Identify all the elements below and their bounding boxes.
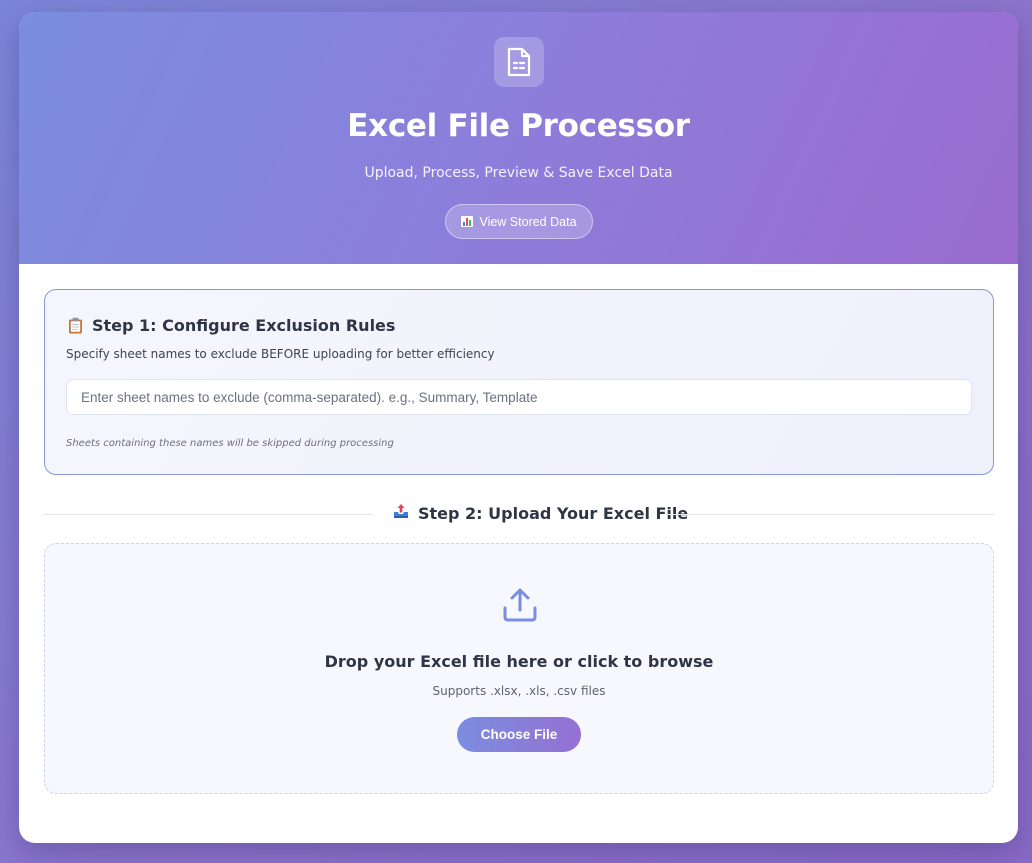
main-card: Excel File Processor Upload, Process, Pr… [19, 12, 1018, 843]
bar-chart-icon [461, 216, 474, 227]
exclude-sheets-input[interactable] [66, 379, 972, 415]
step1-note: Sheets containing these names will be sk… [66, 438, 394, 449]
step1-description: Specify sheet names to exclude BEFORE up… [66, 347, 495, 361]
header: Excel File Processor Upload, Process, Pr… [19, 12, 1018, 264]
choose-file-button[interactable]: Choose File [457, 717, 581, 752]
divider-line-left [44, 514, 372, 515]
view-stored-data-label: View Stored Data [479, 214, 577, 229]
file-document-icon [494, 37, 544, 87]
page-title: Excel File Processor [347, 108, 690, 144]
step1-title: Step 1: Configure Exclusion Rules [92, 316, 396, 335]
view-stored-data-button[interactable]: View Stored Data [445, 204, 593, 239]
divider-line-right [666, 514, 994, 515]
outbox-tray-icon [393, 503, 409, 523]
step2-header: Step 2: Upload Your Excel File [393, 503, 688, 523]
step2-title: Step 2: Upload Your Excel File [418, 503, 689, 523]
upload-icon [501, 586, 539, 624]
dropzone-title: Drop your Excel file here or click to br… [324, 652, 714, 671]
page-subtitle: Upload, Process, Preview & Save Excel Da… [364, 165, 673, 181]
step2-divider: Step 2: Upload Your Excel File [44, 503, 994, 527]
step1-header: Step 1: Configure Exclusion Rules [68, 316, 395, 335]
clipboard-icon [68, 317, 83, 334]
exclusion-rules-panel: Step 1: Configure Exclusion Rules Specif… [44, 289, 994, 475]
file-dropzone[interactable]: Drop your Excel file here or click to br… [44, 543, 994, 794]
dropzone-subtitle: Supports .xlsx, .xls, .csv files [432, 684, 606, 698]
